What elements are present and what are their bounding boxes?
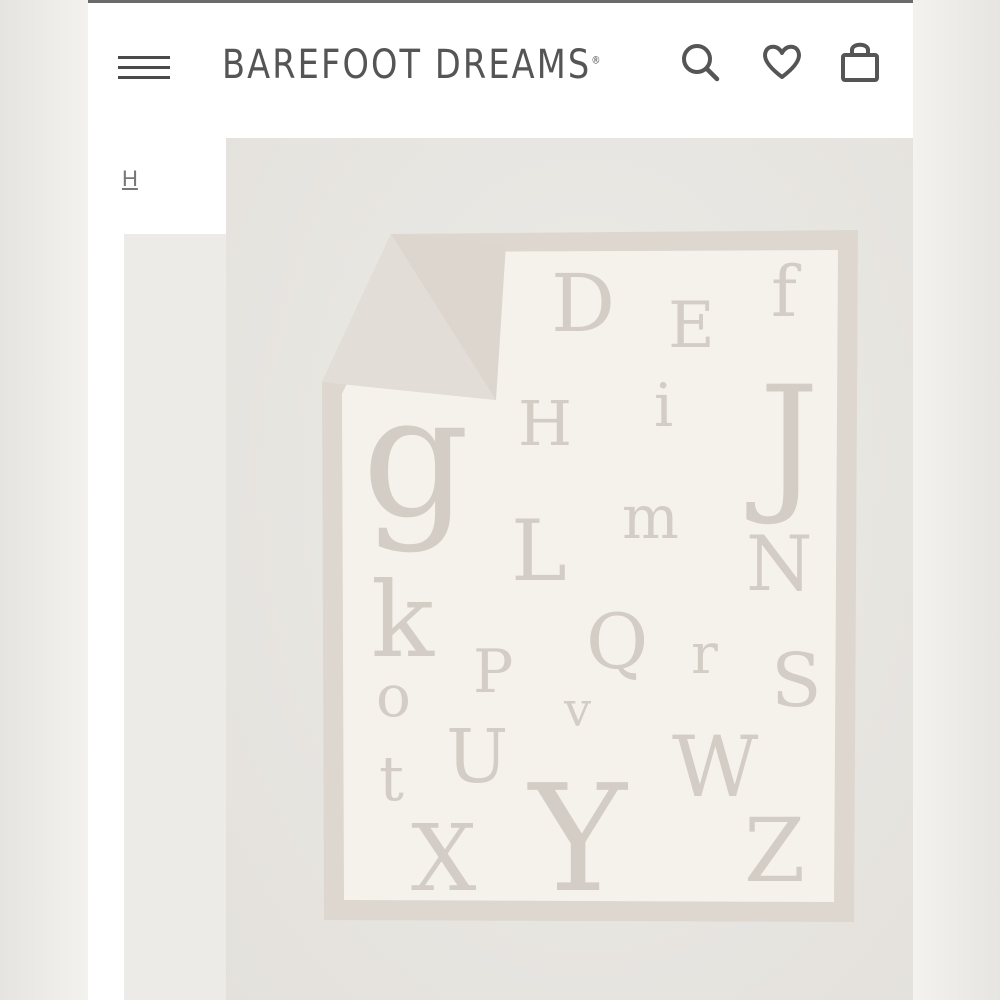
- breadcrumb[interactable]: H: [122, 166, 138, 192]
- right-backdrop: [913, 0, 1000, 1000]
- heart-icon[interactable]: [760, 38, 804, 86]
- logo-trademark: ®: [591, 53, 601, 67]
- letter-Q: Q: [586, 597, 648, 686]
- letter-H: H: [518, 387, 572, 460]
- letter-L: L: [511, 502, 567, 600]
- logo-text: BAREFOOT DREAMS: [222, 42, 592, 88]
- letter-S: S: [771, 638, 822, 724]
- search-icon[interactable]: [678, 38, 722, 86]
- letter-D: D: [551, 257, 615, 350]
- site-logo[interactable]: BAREFOOT DREAMS®: [222, 42, 601, 88]
- letter-P: P: [473, 637, 513, 707]
- letter-o: o: [376, 662, 411, 730]
- letter-Z: Z: [744, 799, 805, 902]
- product-image[interactable]: D E f g H i J L m N k P Q r S o v U W t: [226, 138, 913, 1000]
- letter-r: r: [691, 622, 718, 687]
- letter-v: v: [563, 682, 591, 738]
- left-backdrop: [0, 0, 88, 1000]
- letter-N: N: [746, 519, 813, 608]
- letter-m: m: [622, 483, 679, 553]
- letter-E: E: [668, 289, 715, 363]
- top-divider: [88, 0, 913, 3]
- letter-i: i: [654, 371, 673, 441]
- page: BAREFOOT DREAMS® H D E f g H i J L m N k…: [88, 0, 913, 1000]
- letter-t: t: [379, 742, 404, 815]
- letter-U: U: [446, 714, 508, 800]
- letter-Y: Y: [527, 753, 628, 925]
- letter-g: g: [362, 359, 470, 555]
- letter-X: X: [411, 805, 477, 912]
- menu-icon[interactable]: [118, 50, 170, 84]
- bag-icon[interactable]: [838, 38, 882, 86]
